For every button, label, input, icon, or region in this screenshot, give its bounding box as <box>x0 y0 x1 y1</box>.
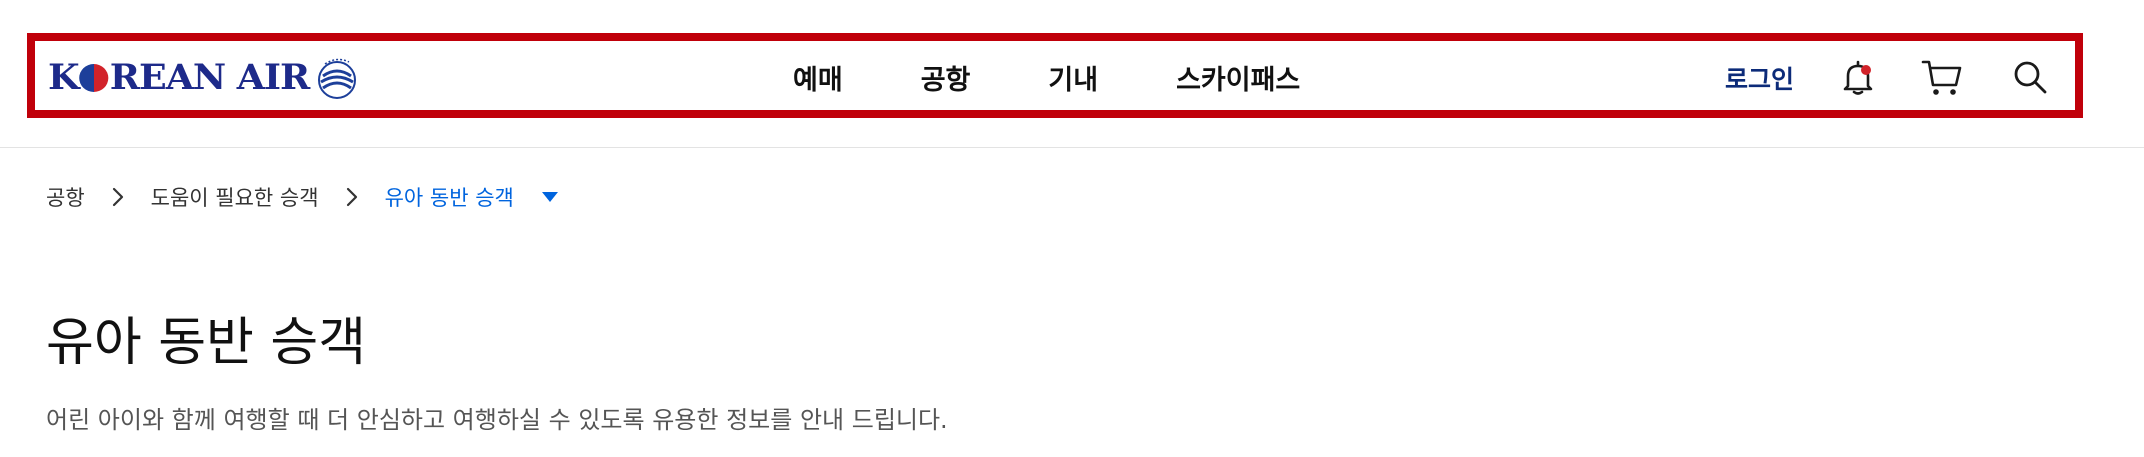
cart-button[interactable] <box>1918 53 1966 101</box>
notification-dot <box>1861 65 1871 75</box>
notification-button[interactable] <box>1834 53 1882 101</box>
nav-airport[interactable]: 공항 <box>921 58 971 97</box>
cart-icon <box>1921 60 1962 95</box>
nav-inflight[interactable]: 기내 <box>1048 58 1098 97</box>
caret-down-icon <box>541 192 558 202</box>
taeguk-o-icon <box>79 63 109 92</box>
page: K REAN AIR 예매 공항 기내 스카이패스 로그인 공항 도움이 필요한… <box>0 0 2144 457</box>
breadcrumb-item-airport[interactable]: 공항 <box>46 182 85 212</box>
breadcrumb-current: 유아 동반 승객 <box>384 186 514 210</box>
breadcrumb: 공항 도움이 필요한 승객 유아 동반 승객 <box>46 180 560 214</box>
global-header: K REAN AIR 예매 공항 기내 스카이패스 로그인 <box>0 0 2144 148</box>
korean-air-logo[interactable]: K REAN AIR <box>48 52 361 102</box>
breadcrumb-item-assistance[interactable]: 도움이 필요한 승객 <box>151 182 319 212</box>
nav-booking[interactable]: 예매 <box>793 58 843 97</box>
page-description: 어린 아이와 함께 여행할 때 더 안심하고 여행하실 수 있도록 유용한 정보… <box>46 406 948 434</box>
taeguk-emblem-icon <box>318 58 357 99</box>
search-button[interactable] <box>2006 53 2054 101</box>
page-title: 유아 동반 승객 <box>46 313 367 373</box>
chevron-right-icon <box>111 186 125 208</box>
login-link[interactable]: 로그인 <box>1725 60 1794 96</box>
chevron-right-icon <box>345 186 359 208</box>
search-icon <box>2014 61 2047 94</box>
main-nav: 예매 공항 기내 스카이패스 <box>793 52 1300 102</box>
bell-icon <box>1843 60 1873 95</box>
breadcrumb-dropdown-toggle[interactable] <box>540 190 560 204</box>
logo-wordmark: K REAN AIR <box>48 56 310 98</box>
nav-skypass[interactable]: 스카이패스 <box>1176 58 1300 97</box>
